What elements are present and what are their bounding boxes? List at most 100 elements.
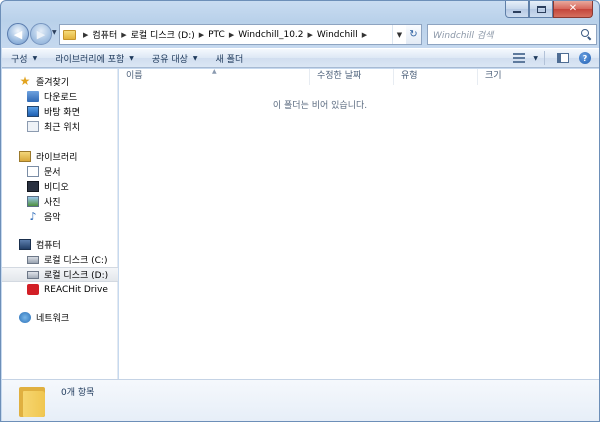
nav-item-documents[interactable]: 문서 bbox=[2, 164, 118, 179]
nav-label: 라이브러리 bbox=[36, 153, 78, 163]
details-pane: 0개 항목 bbox=[2, 379, 599, 421]
organize-button[interactable]: 구성 ▼ bbox=[2, 49, 46, 67]
nav-item-downloads[interactable]: 다운로드 bbox=[2, 89, 118, 104]
nav-label: 즐겨찾기 bbox=[36, 78, 70, 88]
view-controls: ▼ ? bbox=[510, 49, 599, 67]
view-options-chevron-icon[interactable]: ▼ bbox=[533, 55, 538, 62]
column-label: 수정한 날짜 bbox=[317, 71, 362, 81]
folder-icon bbox=[19, 385, 45, 417]
back-button[interactable]: ◀ bbox=[7, 23, 29, 45]
breadcrumb-label: Windchill bbox=[316, 29, 358, 40]
change-view-icon[interactable] bbox=[513, 53, 526, 63]
nav-item-drive-c[interactable]: 로컬 디스크 (C:) bbox=[2, 252, 118, 267]
minimize-icon bbox=[513, 10, 521, 13]
refresh-button[interactable]: ↻ bbox=[406, 24, 422, 45]
nav-network[interactable]: 네트워크 bbox=[2, 310, 118, 325]
column-header-date-modified[interactable]: 수정한 날짜 bbox=[310, 69, 394, 85]
minimize-button[interactable] bbox=[505, 1, 529, 18]
desktop-icon bbox=[27, 106, 39, 117]
address-history-dropdown[interactable]: ▼ bbox=[392, 25, 406, 44]
documents-icon bbox=[27, 166, 39, 177]
chevron-down-icon: ▼ bbox=[396, 30, 403, 39]
forward-arrow-icon: ▶ bbox=[36, 27, 46, 41]
share-with-button[interactable]: 공유 대상 ▼ bbox=[143, 49, 207, 67]
computer-icon bbox=[19, 239, 31, 250]
breadcrumb-ptc[interactable]: PTC ▶ bbox=[208, 25, 238, 44]
recent-pages-dropdown[interactable]: ▼ bbox=[52, 29, 59, 37]
close-icon: ✕ bbox=[568, 3, 578, 14]
address-bar[interactable]: ▶ 컴퓨터 ▶ 로컬 디스크 (D:) ▶ PTC ▶ Windchill_10… bbox=[59, 24, 407, 45]
maximize-icon bbox=[536, 5, 546, 13]
explorer-window: ✕ ◀ ▶ ▼ ▶ 컴퓨터 ▶ 로컬 디스크 (D:) ▶ PTC ▶ Wind… bbox=[0, 0, 600, 422]
music-icon: ♪ bbox=[29, 210, 37, 223]
back-arrow-icon: ◀ bbox=[13, 27, 23, 41]
nav-item-recent-places[interactable]: 최근 위치 bbox=[2, 119, 118, 134]
chevron-right-icon[interactable]: ▶ bbox=[225, 31, 238, 39]
breadcrumb-computer[interactable]: 컴퓨터 ▶ bbox=[92, 25, 130, 44]
recent-places-icon bbox=[27, 121, 39, 132]
column-header-type[interactable]: 유형 bbox=[394, 69, 478, 85]
caption-buttons: ✕ bbox=[505, 1, 593, 19]
hard-drive-icon bbox=[27, 270, 39, 279]
chevron-right-icon: ▶ bbox=[83, 30, 89, 39]
include-in-library-label: 라이브러리에 포함 bbox=[55, 54, 125, 65]
preview-pane-icon[interactable] bbox=[557, 53, 569, 63]
breadcrumb-windchill[interactable]: Windchill ▶ bbox=[317, 25, 371, 44]
nav-label: 비디오 bbox=[44, 183, 69, 193]
folder-icon bbox=[63, 29, 76, 40]
nav-favorites[interactable]: ★ 즐겨찾기 bbox=[2, 74, 118, 89]
share-with-label: 공유 대상 bbox=[151, 54, 188, 65]
nav-item-desktop[interactable]: 바탕 화면 bbox=[2, 104, 118, 119]
nav-computer[interactable]: 컴퓨터 bbox=[2, 237, 118, 252]
include-in-library-button[interactable]: 라이브러리에 포함 ▼ bbox=[46, 49, 143, 67]
column-label: 이름 bbox=[126, 71, 143, 81]
search-input[interactable]: Windchill 검색 bbox=[433, 28, 493, 41]
nav-libraries[interactable]: 라이브러리 bbox=[2, 149, 118, 164]
nav-label: 문서 bbox=[44, 168, 61, 178]
search-box[interactable]: Windchill 검색 bbox=[427, 24, 597, 45]
column-header-name[interactable]: ▲ 이름 bbox=[119, 68, 310, 85]
search-icon[interactable] bbox=[581, 29, 592, 40]
nav-item-reachit-drive[interactable]: REACHit Drive bbox=[2, 282, 118, 297]
breadcrumb-label: 로컬 디스크 (D:) bbox=[130, 31, 195, 41]
reachit-drive-icon bbox=[27, 284, 39, 295]
column-header-size[interactable]: 크기 bbox=[478, 69, 562, 85]
breadcrumb-label: PTC bbox=[208, 29, 225, 40]
breadcrumb-drive-d[interactable]: 로컬 디스크 (D:) ▶ bbox=[131, 25, 209, 44]
maximize-button[interactable] bbox=[529, 1, 553, 18]
libraries-group: 라이브러리 문서 비디오 사진 ♪ 음악 bbox=[2, 149, 118, 224]
chevron-down-icon: ▼ bbox=[32, 54, 38, 62]
nav-item-pictures[interactable]: 사진 bbox=[2, 194, 118, 209]
breadcrumb-root[interactable]: ▶ bbox=[79, 25, 92, 44]
close-button[interactable]: ✕ bbox=[553, 1, 593, 18]
navigation-pane: ★ 즐겨찾기 다운로드 바탕 화면 최근 위치 라이브러리 문서 비디오 사진 … bbox=[2, 69, 118, 379]
nav-label: 네트워크 bbox=[36, 314, 70, 324]
empty-folder-message: 이 폴더는 비어 있습니다. bbox=[272, 101, 368, 111]
nav-label: 컴퓨터 bbox=[36, 241, 61, 251]
chevron-right-icon[interactable]: ▶ bbox=[195, 31, 208, 39]
nav-label: 바탕 화면 bbox=[44, 108, 80, 118]
nav-item-music[interactable]: ♪ 음악 bbox=[2, 209, 118, 224]
nav-item-videos[interactable]: 비디오 bbox=[2, 179, 118, 194]
nav-item-drive-d[interactable]: 로컬 디스크 (D:) bbox=[2, 267, 118, 282]
command-bar: 구성 ▼ 라이브러리에 포함 ▼ 공유 대상 ▼ 새 폴더 ▼ ? bbox=[2, 48, 599, 68]
library-icon bbox=[19, 151, 31, 162]
chevron-down-icon: ▼ bbox=[192, 54, 198, 62]
chevron-right-icon[interactable]: ▶ bbox=[358, 31, 371, 39]
nav-label: 최근 위치 bbox=[44, 123, 80, 133]
network-icon bbox=[19, 312, 31, 323]
help-icon[interactable]: ? bbox=[579, 52, 591, 64]
breadcrumb-label: 컴퓨터 bbox=[92, 31, 118, 41]
chevron-right-icon[interactable]: ▶ bbox=[117, 31, 130, 39]
forward-button[interactable]: ▶ bbox=[30, 23, 52, 45]
file-list[interactable]: ▲ 이름 수정한 날짜 유형 크기 이 폴더는 비어 있습니다. bbox=[119, 68, 599, 379]
chevron-down-icon: ▼ bbox=[129, 54, 134, 62]
breadcrumb-label: Windchill_10.2 bbox=[238, 29, 304, 40]
favorites-group: ★ 즐겨찾기 다운로드 바탕 화면 최근 위치 bbox=[2, 74, 118, 134]
network-group: 네트워크 bbox=[2, 310, 118, 325]
toolbar-separator bbox=[544, 51, 545, 65]
chevron-right-icon[interactable]: ▶ bbox=[304, 31, 317, 39]
new-folder-label: 새 폴더 bbox=[215, 54, 244, 65]
star-icon: ★ bbox=[19, 74, 31, 88]
breadcrumb-windchill-10-2[interactable]: Windchill_10.2 ▶ bbox=[238, 25, 317, 44]
